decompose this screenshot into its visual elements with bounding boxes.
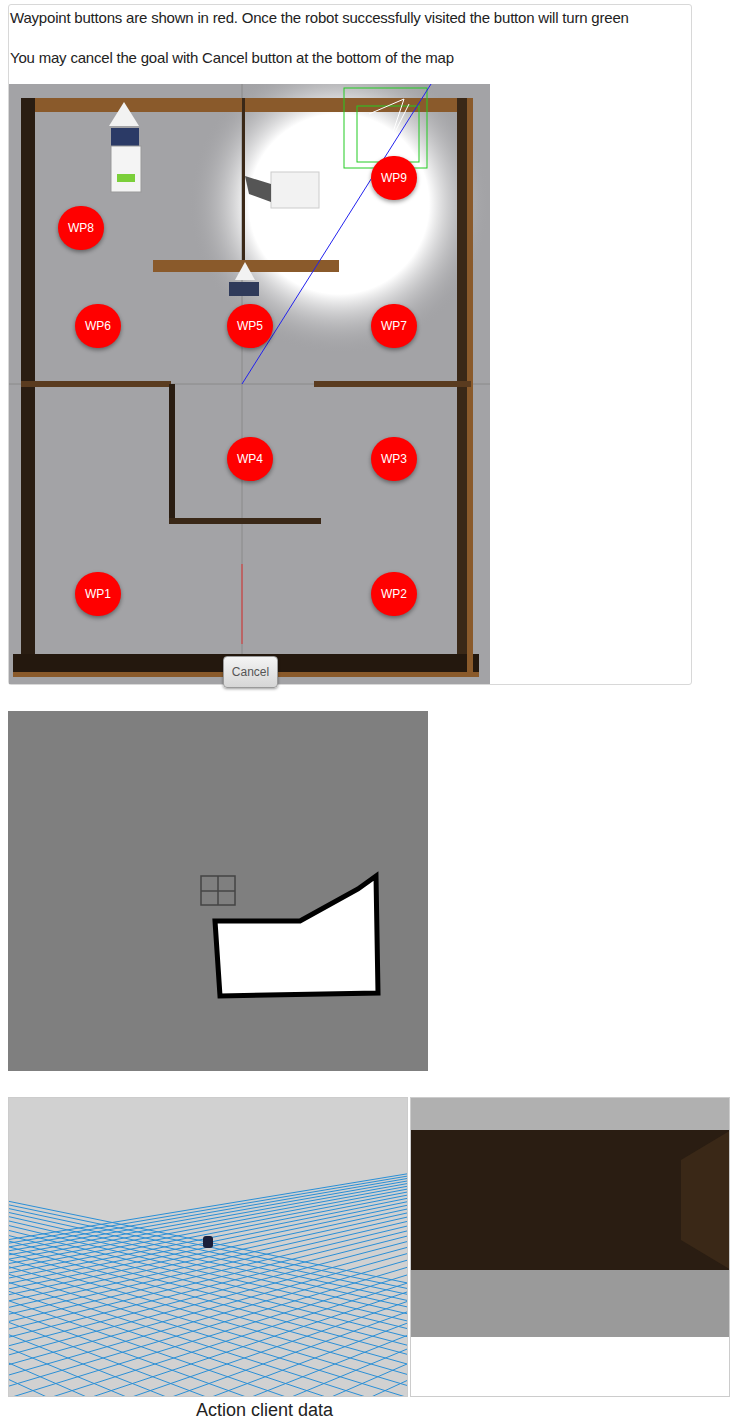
waypoint-button[interactable]: WP2 [371, 572, 417, 616]
waypoint-button[interactable]: WP5 [227, 304, 273, 348]
map: WP9WP8WP6WP5WP7WP4WP3WP1WP2Cancel [9, 84, 490, 684]
waypoint-button[interactable]: WP1 [75, 572, 121, 616]
3d-panel [8, 1097, 408, 1397]
page: Waypoint buttons are shown in red. Once … [0, 0, 742, 1427]
waypoint-button[interactable]: WP3 [371, 437, 417, 481]
cancel-button[interactable]: Cancel [223, 656, 278, 688]
camera-panel [410, 1097, 730, 1397]
waypoint-button[interactable]: WP8 [58, 206, 104, 250]
3d-view[interactable] [9, 1098, 408, 1397]
waypoint-button[interactable]: WP7 [371, 304, 417, 348]
waypoint-button[interactable]: WP9 [371, 156, 417, 200]
occupancy-panel [8, 711, 428, 1071]
camera-view [411, 1098, 730, 1397]
waypoint-panel: Waypoint buttons are shown in red. Once … [8, 4, 692, 685]
instruction-text: You may cancel the goal with Cancel butt… [9, 48, 691, 68]
occupancy-map [8, 711, 428, 1071]
waypoint-button[interactable]: WP6 [75, 304, 121, 348]
waypoint-button[interactable]: WP4 [227, 437, 273, 481]
instruction-text: Waypoint buttons are shown in red. Once … [9, 5, 691, 28]
caption: Action client data [196, 1397, 742, 1423]
views-row [8, 1097, 742, 1397]
